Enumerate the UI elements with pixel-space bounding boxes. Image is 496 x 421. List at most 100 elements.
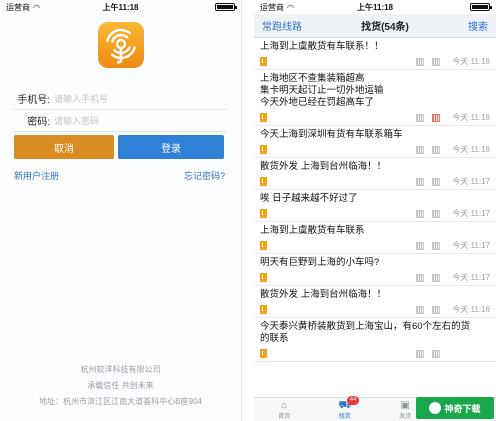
qr-icon (416, 241, 424, 250)
package-icon: ▣ (400, 399, 410, 411)
item-date: 今天 11:17 (452, 241, 490, 250)
signal-logo-icon (105, 28, 137, 64)
watermark: 神奇下载 (416, 397, 494, 419)
phone-qr-icon (432, 177, 440, 186)
tab-label: 首页 (278, 413, 291, 420)
password-row: 密码: (14, 110, 227, 132)
qr-icon (416, 145, 424, 154)
item-meta: 今天 11:18 (260, 144, 490, 155)
list-item[interactable]: 上海到上虞散货有车联系！！ 今天 11:18 (254, 38, 496, 70)
tab-label: 发货 (399, 413, 412, 420)
company-address: 地址：杭州市滨江区江南大道荟科中心B座904 (39, 397, 202, 406)
phone-qr-icon (432, 241, 440, 250)
search-button[interactable]: 搜索 (468, 18, 488, 33)
password-input[interactable] (54, 115, 227, 126)
phone-qr-icon (432, 305, 440, 314)
item-date: 今天 11:18 (452, 57, 490, 66)
item-text: 上海地区不查集装箱超高 集卡明天起订止一切外地运输 今天外地已经在罚超高车了 (260, 73, 384, 108)
item-meta: 今天 11:17 (260, 272, 490, 283)
category-icon (260, 177, 267, 186)
list-item[interactable]: 上海地区不查集装箱超高 集卡明天起订止一切外地运输 今天外地已经在罚超高车了今天… (254, 70, 496, 126)
list-item[interactable]: 明天有巨野到上海的小车吗? 今天 11:17 (254, 254, 496, 286)
phone-label: 手机号: (17, 95, 50, 106)
item-meta (260, 348, 490, 359)
item-meta: 今天 11:18 (260, 112, 490, 123)
category-icon (260, 241, 267, 250)
item-meta: 今天 11:17 (260, 208, 490, 219)
phone-qr-icon (432, 273, 440, 282)
battery-icon (470, 3, 492, 11)
phone-input[interactable] (54, 93, 227, 104)
tab-label: 找货 (338, 413, 351, 420)
item-text: 今天泰兴黄桥装散货到上海宝山，有60个左右的货 的联系 (260, 321, 471, 344)
item-date: 今天 11:18 (452, 113, 490, 122)
phone-qr-icon (432, 349, 440, 358)
item-text: 唉 日子越来越不好过了 (260, 193, 358, 204)
item-meta: 今天 11:17 (260, 176, 490, 187)
category-icon (260, 349, 267, 358)
item-date: 今天 11:17 (452, 209, 490, 218)
item-text: 明天有巨野到上海的小车吗? (260, 257, 380, 268)
item-meta: 今天 11:17 (260, 240, 490, 251)
item-text: 今天上海到深圳有货有车联系箱车 (260, 129, 403, 140)
freight-list: 上海到上虞散货有车联系！！ 今天 11:18 上海地区不查集装箱超高 集卡明天起订止… (254, 38, 496, 397)
list-item[interactable]: 散货外发 上海到台州临海！！ 今天 11:17 (254, 158, 496, 190)
cancel-button[interactable]: 取消 (14, 135, 114, 159)
item-meta: 今天 11:16 (260, 304, 490, 315)
item-text: 上海到上虞散货有车联系 (260, 225, 365, 236)
app-logo (98, 22, 144, 68)
company-name: 杭州软洋科技有限公司 (80, 365, 161, 374)
register-link[interactable]: 新用户注册 (14, 169, 59, 182)
category-icon (260, 113, 267, 122)
item-meta: 今天 11:18 (260, 56, 490, 67)
item-text: 上海到上虞散货有车联系！！ (260, 41, 384, 52)
item-date: 今天 11:16 (452, 305, 490, 314)
company-slogan: 承载信任 共创未来 (87, 381, 154, 390)
password-label: 密码: (27, 117, 50, 128)
category-icon (260, 305, 267, 314)
status-time: 上午11:18 (102, 2, 139, 12)
unread-badge: 44 (346, 396, 360, 405)
qr-icon (416, 273, 424, 282)
item-text: 散货外发 上海到台州临海！！ (260, 161, 387, 172)
status-time: 上午11:18 (356, 2, 394, 12)
status-bar: 运营商 ◠ 上午11:18 (254, 0, 496, 14)
category-icon (260, 273, 267, 282)
qr-icon (416, 305, 424, 314)
phone-row: 手机号: (14, 88, 227, 110)
list-item[interactable]: 今天泰兴黄桥装散货到上海宝山，有60个左右的货 的联系 (254, 318, 496, 362)
status-bar: 运营商 ◠ 上午11:18 (0, 0, 241, 14)
login-button[interactable]: 登录 (118, 135, 224, 159)
item-date: 今天 11:17 (452, 177, 490, 186)
page-title: 找货(54条) (361, 22, 409, 33)
qr-icon (416, 113, 424, 122)
category-icon (260, 57, 267, 66)
category-icon (260, 145, 267, 154)
list-item[interactable]: 今天上海到深圳有货有车联系箱车今天 11:18 (254, 126, 496, 158)
list-item[interactable]: 散货外发 上海到台州临海！！ 今天 11:16 (254, 286, 496, 318)
item-date: 今天 11:18 (452, 145, 490, 154)
qr-icon (416, 177, 424, 186)
phone-qr-icon (432, 145, 440, 154)
item-date: 今天 11:17 (452, 273, 490, 282)
qr-icon (416, 349, 424, 358)
list-item[interactable]: 唉 日子越来越不好过了今天 11:17 (254, 190, 496, 222)
tab-home[interactable]: ⌂ 首页 (254, 398, 315, 421)
nav-bar: 常跑线路 找货(54条) 搜索 (254, 14, 496, 38)
freight-list-screen: 运营商 ◠ 上午11:18 常跑线路 找货(54条) 搜索 上海到上虞散货有车联… (254, 0, 496, 421)
login-screen: 运营商 ◠ 上午11:18 手机号: 密码: 取消 登录 新用户注册 忘记密码?… (0, 0, 242, 421)
tab-find-goods[interactable]: ⛟ 44 找货 (315, 396, 376, 421)
phone-qr-icon (432, 209, 440, 218)
battery-icon (215, 3, 237, 11)
list-item[interactable]: 上海到上虞散货有车联系今天 11:17 (254, 222, 496, 254)
forgot-password-link[interactable]: 忘记密码? (184, 169, 225, 182)
frequent-routes-button[interactable]: 常跑线路 (262, 18, 302, 33)
category-icon (260, 209, 267, 218)
qr-icon (416, 57, 424, 66)
watermark-icon (429, 402, 442, 414)
item-text: 散货外发 上海到台州临海！！ (260, 289, 387, 300)
qr-icon (416, 209, 424, 218)
phone-qr-icon (432, 113, 440, 122)
phone-qr-icon (432, 57, 440, 66)
home-icon: ⌂ (281, 399, 288, 411)
